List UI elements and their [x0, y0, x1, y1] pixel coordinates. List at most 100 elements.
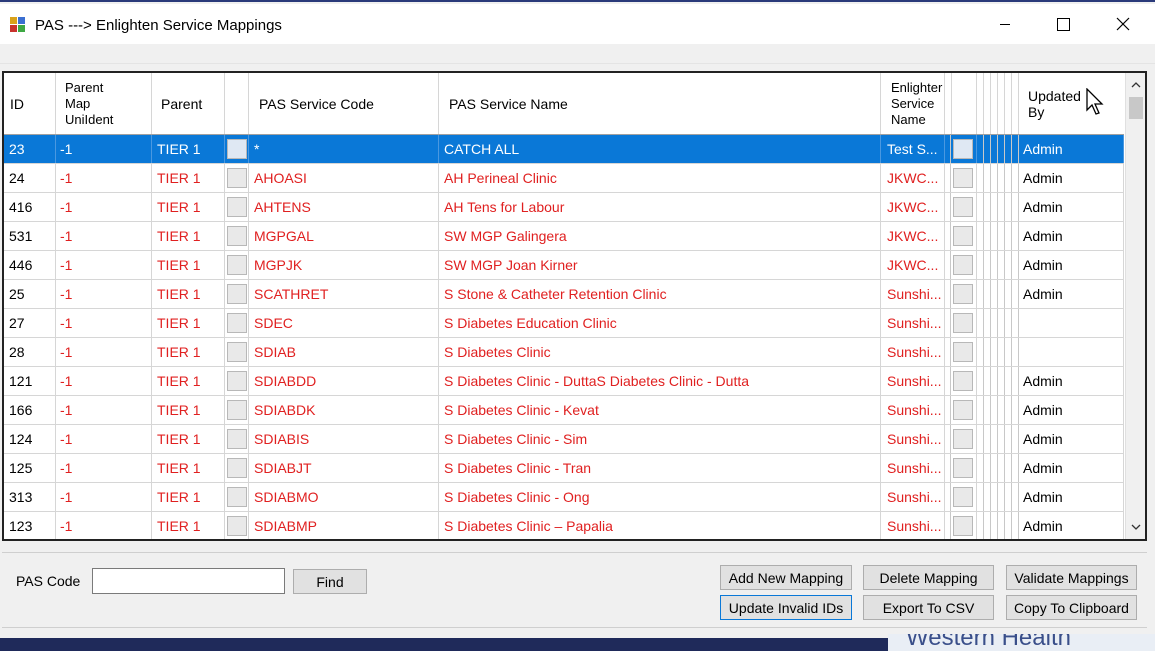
- cell-checkbox[interactable]: [225, 425, 249, 453]
- cell-id[interactable]: 416: [4, 193, 56, 221]
- table-row[interactable]: 121 -1 TIER 1 SDIABDD S Diabetes Clinic - Du…: [4, 367, 1124, 396]
- cell-narrow[interactable]: [998, 483, 1005, 511]
- cell-enlighten-service-name[interactable]: Sunshi...: [881, 425, 945, 453]
- cell-checkbox[interactable]: [225, 222, 249, 250]
- row-checkbox[interactable]: [953, 139, 973, 159]
- cell-pas-service-code[interactable]: SDIABDD: [249, 367, 439, 395]
- cell-parent-map-uniident[interactable]: -1: [56, 193, 152, 221]
- cell-parent-map-uniident[interactable]: -1: [56, 483, 152, 511]
- cell-narrow[interactable]: [984, 164, 991, 192]
- cell-narrow[interactable]: [991, 222, 998, 250]
- cell-narrow[interactable]: [977, 280, 984, 308]
- cell-narrow[interactable]: [1012, 309, 1019, 337]
- cell-narrow[interactable]: [1005, 338, 1012, 366]
- cell-narrow[interactable]: [1012, 367, 1019, 395]
- cell-parent[interactable]: TIER 1: [152, 193, 225, 221]
- cell-id[interactable]: 27: [4, 309, 56, 337]
- cell-pas-service-code[interactable]: SDIABMP: [249, 512, 439, 539]
- cell-narrow[interactable]: [977, 454, 984, 482]
- cell-id[interactable]: 166: [4, 396, 56, 424]
- cell-updated-by[interactable]: [1019, 309, 1124, 337]
- cell-updated-by[interactable]: Admin: [1019, 512, 1124, 539]
- cell-narrow[interactable]: [991, 367, 998, 395]
- cell-narrow[interactable]: [991, 454, 998, 482]
- column-header-narrow[interactable]: [1012, 73, 1019, 134]
- cell-narrow[interactable]: [1005, 454, 1012, 482]
- cell-pas-service-name[interactable]: AH Tens for Labour: [439, 193, 881, 221]
- cell-parent[interactable]: TIER 1: [152, 338, 225, 366]
- cell-narrow[interactable]: [1005, 396, 1012, 424]
- column-header-id[interactable]: ID: [4, 73, 56, 134]
- cell-enlighten-service-name[interactable]: JKWC...: [881, 251, 945, 279]
- cell-pas-service-name[interactable]: S Diabetes Clinic – Papalia: [439, 512, 881, 539]
- column-header-parent-map-uniident[interactable]: Parent Map UniIdent: [56, 73, 152, 134]
- cell-narrow[interactable]: [998, 280, 1005, 308]
- cell-id[interactable]: 28: [4, 338, 56, 366]
- column-header-pas-service-name[interactable]: PAS Service Name: [439, 73, 881, 134]
- cell-narrow[interactable]: [1012, 425, 1019, 453]
- delete-mapping-button[interactable]: Delete Mapping: [863, 565, 994, 590]
- cell-parent-map-uniident[interactable]: -1: [56, 512, 152, 539]
- cell-checkbox[interactable]: [951, 454, 977, 482]
- column-header-enlighten-service-name[interactable]: Enlighter Service Name: [881, 73, 945, 134]
- table-row[interactable]: 24 -1 TIER 1 AHOASI AH Perineal Clinic JKWC..…: [4, 164, 1124, 193]
- cell-checkbox[interactable]: [225, 280, 249, 308]
- cell-checkbox[interactable]: [951, 135, 977, 163]
- title-bar[interactable]: PAS ---> Enlighten Service Mappings: [0, 4, 1155, 44]
- row-checkbox[interactable]: [227, 429, 247, 449]
- row-checkbox[interactable]: [227, 313, 247, 333]
- cell-updated-by[interactable]: Admin: [1019, 454, 1124, 482]
- cell-updated-by[interactable]: [1019, 338, 1124, 366]
- cell-updated-by[interactable]: Admin: [1019, 222, 1124, 250]
- cell-id[interactable]: 313: [4, 483, 56, 511]
- row-checkbox[interactable]: [953, 255, 973, 275]
- cell-parent[interactable]: TIER 1: [152, 280, 225, 308]
- cell-narrow[interactable]: [991, 135, 998, 163]
- table-row[interactable]: 166 -1 TIER 1 SDIABDK S Diabetes Clinic - Ke…: [4, 396, 1124, 425]
- cell-narrow[interactable]: [1012, 338, 1019, 366]
- column-header-checkbox-2[interactable]: [951, 73, 977, 134]
- cell-narrow[interactable]: [984, 135, 991, 163]
- cell-enlighten-service-name[interactable]: Sunshi...: [881, 454, 945, 482]
- cell-narrow[interactable]: [984, 483, 991, 511]
- cell-parent-map-uniident[interactable]: -1: [56, 309, 152, 337]
- cell-checkbox[interactable]: [225, 483, 249, 511]
- cell-narrow[interactable]: [991, 164, 998, 192]
- cell-id[interactable]: 124: [4, 425, 56, 453]
- cell-enlighten-service-name[interactable]: JKWC...: [881, 222, 945, 250]
- cell-id[interactable]: 125: [4, 454, 56, 482]
- cell-narrow[interactable]: [998, 454, 1005, 482]
- cell-narrow[interactable]: [991, 193, 998, 221]
- cell-checkbox[interactable]: [225, 251, 249, 279]
- column-header-narrow[interactable]: [1005, 73, 1012, 134]
- cell-pas-service-name[interactable]: S Diabetes Education Clinic: [439, 309, 881, 337]
- cell-checkbox[interactable]: [951, 367, 977, 395]
- cell-narrow[interactable]: [977, 367, 984, 395]
- cell-narrow[interactable]: [977, 396, 984, 424]
- cell-narrow[interactable]: [998, 164, 1005, 192]
- cell-checkbox[interactable]: [225, 164, 249, 192]
- cell-narrow[interactable]: [998, 222, 1005, 250]
- cell-enlighten-service-name[interactable]: Test S...: [881, 135, 945, 163]
- cell-narrow[interactable]: [991, 280, 998, 308]
- cell-parent[interactable]: TIER 1: [152, 454, 225, 482]
- row-checkbox[interactable]: [227, 487, 247, 507]
- cell-pas-service-code[interactable]: SDIABIS: [249, 425, 439, 453]
- cell-parent-map-uniident[interactable]: -1: [56, 135, 152, 163]
- cell-parent[interactable]: TIER 1: [152, 483, 225, 511]
- cell-checkbox[interactable]: [951, 309, 977, 337]
- row-checkbox[interactable]: [227, 168, 247, 188]
- table-row[interactable]: 23 -1 TIER 1 * CATCH ALL Test S... Admin: [4, 135, 1124, 164]
- cell-pas-service-code[interactable]: *: [249, 135, 439, 163]
- cell-id[interactable]: 446: [4, 251, 56, 279]
- column-header-checkbox[interactable]: [225, 73, 249, 134]
- cell-parent[interactable]: TIER 1: [152, 367, 225, 395]
- cell-pas-service-code[interactable]: SDIAB: [249, 338, 439, 366]
- cell-checkbox[interactable]: [951, 251, 977, 279]
- cell-parent-map-uniident[interactable]: -1: [56, 251, 152, 279]
- cell-narrow[interactable]: [984, 396, 991, 424]
- cell-updated-by[interactable]: Admin: [1019, 425, 1124, 453]
- row-checkbox[interactable]: [953, 313, 973, 333]
- pas-code-input[interactable]: [92, 568, 285, 594]
- cell-enlighten-service-name[interactable]: Sunshi...: [881, 512, 945, 539]
